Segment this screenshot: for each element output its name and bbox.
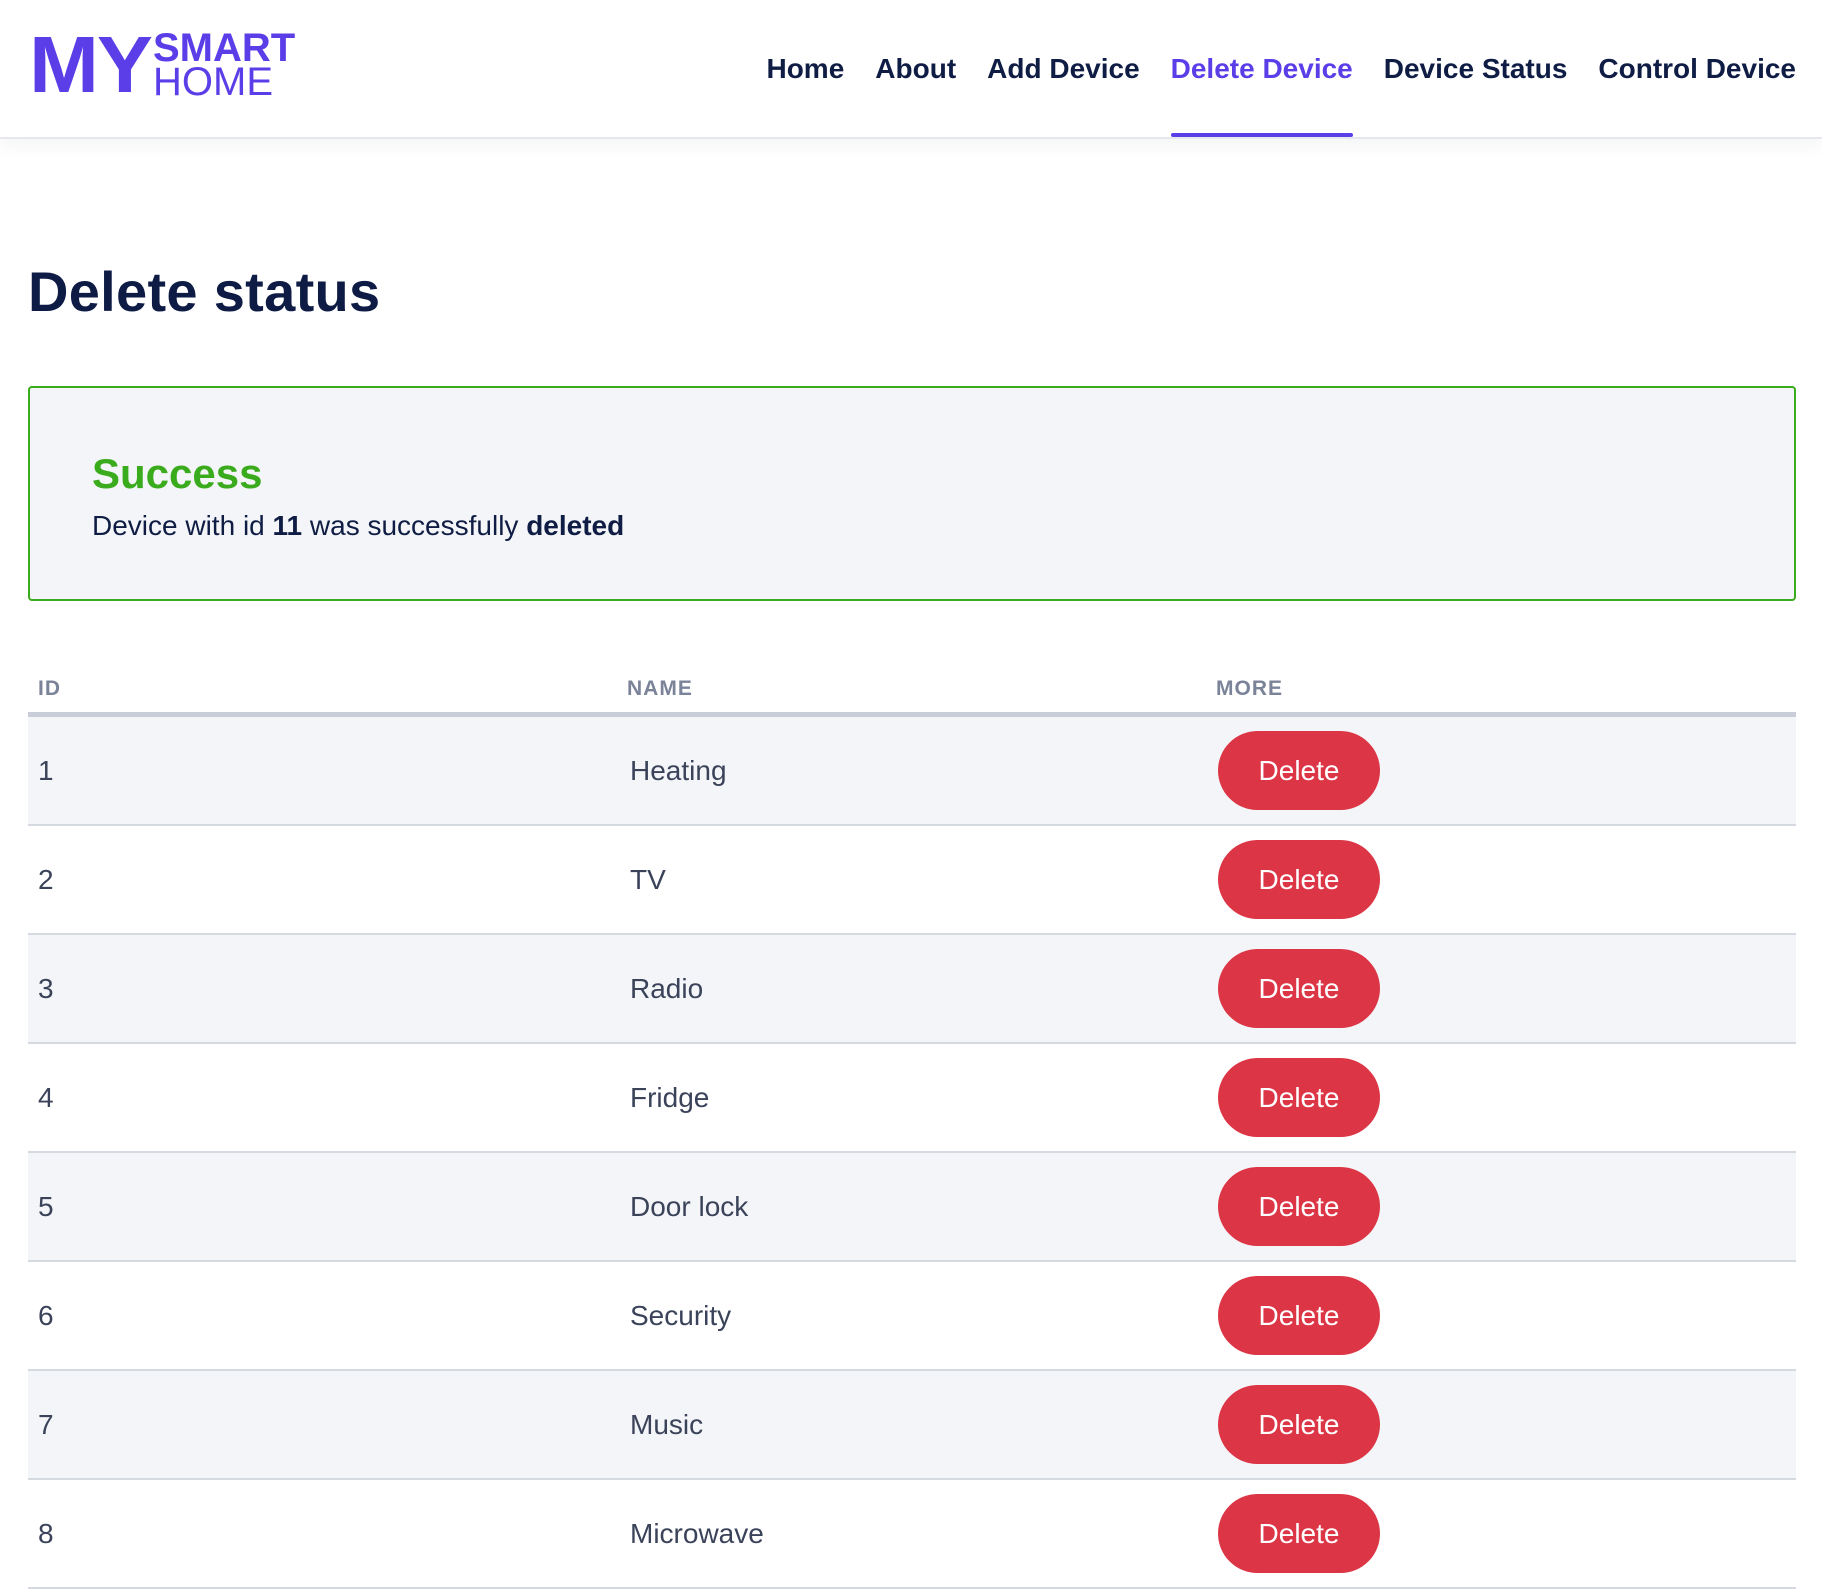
header-name: NAME xyxy=(627,677,693,700)
logo[interactable]: MY SMART HOME xyxy=(29,20,295,109)
row-actions: Delete xyxy=(1206,1276,1796,1355)
table-row: 6 Security Delete xyxy=(28,1262,1796,1371)
page-title: Delete status xyxy=(28,260,381,323)
table-row: 2 TV Delete xyxy=(28,826,1796,935)
alert-title: Success xyxy=(92,450,263,497)
row-actions: Delete xyxy=(1206,731,1796,810)
main-nav: Home About Add Device Delete Device Devi… xyxy=(735,0,1796,137)
header-more: MORE xyxy=(1216,677,1283,700)
nav-device-status[interactable]: Device Status xyxy=(1384,0,1568,137)
row-actions: Delete xyxy=(1206,1494,1796,1573)
devices-table: ID NAME MORE 1 Heating Delete 2 TV Delet… xyxy=(28,667,1796,1589)
row-actions: Delete xyxy=(1206,840,1796,919)
row-id: 4 xyxy=(38,1081,54,1113)
delete-button[interactable]: Delete xyxy=(1218,840,1380,919)
row-id: 8 xyxy=(38,1517,54,1549)
alert-message-middle: was successfully xyxy=(309,510,519,541)
alert-message-prefix: Device with id xyxy=(92,510,265,541)
nav-delete-device[interactable]: Delete Device xyxy=(1170,0,1353,137)
row-name: TV xyxy=(630,863,666,895)
nav-about[interactable]: About xyxy=(875,0,956,137)
table-header: ID NAME MORE xyxy=(28,667,1796,717)
row-name: Music xyxy=(630,1408,704,1440)
row-name: Door lock xyxy=(630,1190,749,1222)
site-header: MY SMART HOME Home About Add Device Dele… xyxy=(0,0,1822,139)
delete-button[interactable]: Delete xyxy=(1218,1058,1380,1137)
row-name: Fridge xyxy=(630,1081,710,1113)
row-id: 7 xyxy=(38,1408,54,1440)
row-name: Heating xyxy=(630,754,727,786)
row-name: Microwave xyxy=(630,1517,764,1549)
row-actions: Delete xyxy=(1206,949,1796,1028)
table-row: 5 Door lock Delete xyxy=(28,1153,1796,1262)
delete-button[interactable]: Delete xyxy=(1218,731,1380,810)
row-actions: Delete xyxy=(1206,1058,1796,1137)
row-name: Security xyxy=(630,1299,732,1331)
nav-control-device[interactable]: Control Device xyxy=(1598,0,1796,137)
alert-device-id: 11 xyxy=(272,510,303,541)
success-alert: Success Device with id 11 was successful… xyxy=(28,386,1796,601)
table-row: 3 Radio Delete xyxy=(28,935,1796,1044)
delete-button[interactable]: Delete xyxy=(1218,1167,1380,1246)
logo-home: HOME xyxy=(153,60,273,104)
header-id: ID xyxy=(38,677,61,700)
row-id: 3 xyxy=(38,972,54,1004)
row-id: 5 xyxy=(38,1190,54,1222)
delete-button[interactable]: Delete xyxy=(1218,1385,1380,1464)
table-row: 8 Microwave Delete xyxy=(28,1480,1796,1589)
row-id: 2 xyxy=(38,863,54,895)
delete-button[interactable]: Delete xyxy=(1218,1494,1380,1573)
logo-text-stack: SMART HOME xyxy=(153,28,295,104)
delete-button[interactable]: Delete xyxy=(1218,1276,1380,1355)
nav-home[interactable]: Home xyxy=(766,0,844,137)
row-id: 6 xyxy=(38,1299,54,1331)
logo-my: MY xyxy=(29,20,153,109)
row-id: 1 xyxy=(38,754,54,786)
row-actions: Delete xyxy=(1206,1167,1796,1246)
row-name: Radio xyxy=(630,972,704,1004)
table-row: 1 Heating Delete xyxy=(28,717,1796,826)
delete-button[interactable]: Delete xyxy=(1218,949,1380,1028)
nav-add-device[interactable]: Add Device xyxy=(987,0,1140,137)
row-actions: Delete xyxy=(1206,1385,1796,1464)
table-row: 4 Fridge Delete xyxy=(28,1044,1796,1153)
alert-message-action: deleted xyxy=(526,510,625,541)
alert-message: Device with id 11 was successfully delet… xyxy=(92,508,1732,544)
table-row: 7 Music Delete xyxy=(28,1371,1796,1480)
